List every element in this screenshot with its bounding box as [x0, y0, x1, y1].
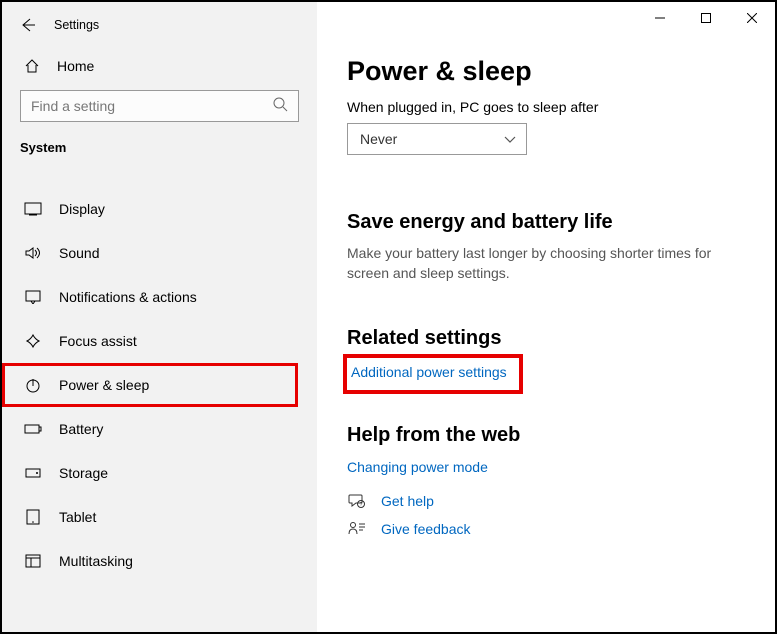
titlebar-left: Settings	[2, 2, 317, 48]
sidebar: Settings Home System Display	[2, 2, 317, 632]
window-controls	[637, 2, 775, 34]
search-wrap	[2, 84, 317, 122]
back-icon[interactable]	[20, 17, 36, 33]
give-feedback-label: Give feedback	[381, 521, 471, 537]
svg-text:?: ?	[360, 502, 363, 508]
chevron-down-icon	[504, 131, 516, 147]
sidebar-item-label: Battery	[59, 421, 103, 437]
battery-icon	[24, 424, 42, 434]
sidebar-item-label: Storage	[59, 465, 108, 481]
notifications-icon	[24, 290, 42, 304]
related-heading: Related settings	[347, 327, 745, 350]
search-box[interactable]	[20, 90, 299, 122]
sidebar-item-notifications[interactable]: Notifications & actions	[2, 275, 317, 319]
sidebar-item-label: Sound	[59, 245, 99, 261]
multitasking-icon	[24, 554, 42, 568]
sidebar-section-title: System	[2, 122, 317, 163]
sidebar-item-tablet[interactable]: Tablet	[2, 495, 317, 539]
display-icon	[24, 202, 42, 216]
sidebar-item-label: Notifications & actions	[59, 289, 197, 305]
sound-icon	[24, 246, 42, 260]
sidebar-item-label: Tablet	[59, 509, 96, 525]
page-title: Power & sleep	[347, 56, 745, 87]
sleep-value: Never	[360, 131, 397, 147]
window-title: Settings	[54, 18, 99, 32]
energy-heading: Save energy and battery life	[347, 211, 745, 234]
close-button[interactable]	[729, 2, 775, 34]
search-icon	[272, 96, 298, 117]
get-help-label: Get help	[381, 493, 434, 509]
minimize-button[interactable]	[637, 2, 683, 34]
sidebar-item-sound[interactable]: Sound	[2, 231, 317, 275]
content-panel: Power & sleep When plugged in, PC goes t…	[317, 2, 775, 632]
home-icon	[24, 58, 40, 74]
sidebar-item-multitasking[interactable]: Multitasking	[2, 539, 317, 583]
home-label: Home	[57, 58, 94, 74]
sidebar-nav-list: Display Sound Notifications & actions Fo…	[2, 187, 317, 583]
sidebar-item-label: Multitasking	[59, 553, 133, 569]
feedback-icon	[347, 521, 367, 537]
sidebar-item-storage[interactable]: Storage	[2, 451, 317, 495]
sidebar-item-battery[interactable]: Battery	[2, 407, 317, 451]
sidebar-item-power-sleep[interactable]: Power & sleep	[2, 363, 298, 407]
changing-power-link[interactable]: Changing power mode	[347, 459, 488, 475]
focus-assist-icon	[24, 333, 42, 349]
get-help-row[interactable]: ? Get help	[347, 493, 745, 509]
maximize-button[interactable]	[683, 2, 729, 34]
help-heading: Help from the web	[347, 424, 745, 447]
sidebar-item-label: Display	[59, 201, 105, 217]
sleep-label: When plugged in, PC goes to sleep after	[347, 99, 745, 115]
content-inner: Power & sleep When plugged in, PC goes t…	[317, 2, 775, 537]
sidebar-item-home[interactable]: Home	[2, 48, 317, 84]
additional-power-link[interactable]: Additional power settings	[351, 364, 507, 380]
sleep-select[interactable]: Never	[347, 123, 527, 155]
give-feedback-row[interactable]: Give feedback	[347, 521, 745, 537]
power-icon	[24, 377, 42, 393]
energy-desc: Make your battery last longer by choosin…	[347, 244, 727, 283]
help-icon: ?	[347, 493, 367, 509]
storage-icon	[24, 468, 42, 478]
highlight-box: Additional power settings	[343, 354, 523, 394]
sidebar-item-display[interactable]: Display	[2, 187, 317, 231]
sidebar-item-focus-assist[interactable]: Focus assist	[2, 319, 317, 363]
settings-window: Settings Home System Display	[2, 2, 775, 632]
search-input[interactable]	[21, 98, 272, 114]
tablet-icon	[24, 509, 42, 525]
sidebar-item-label: Focus assist	[59, 333, 137, 349]
sidebar-item-label: Power & sleep	[59, 377, 149, 393]
